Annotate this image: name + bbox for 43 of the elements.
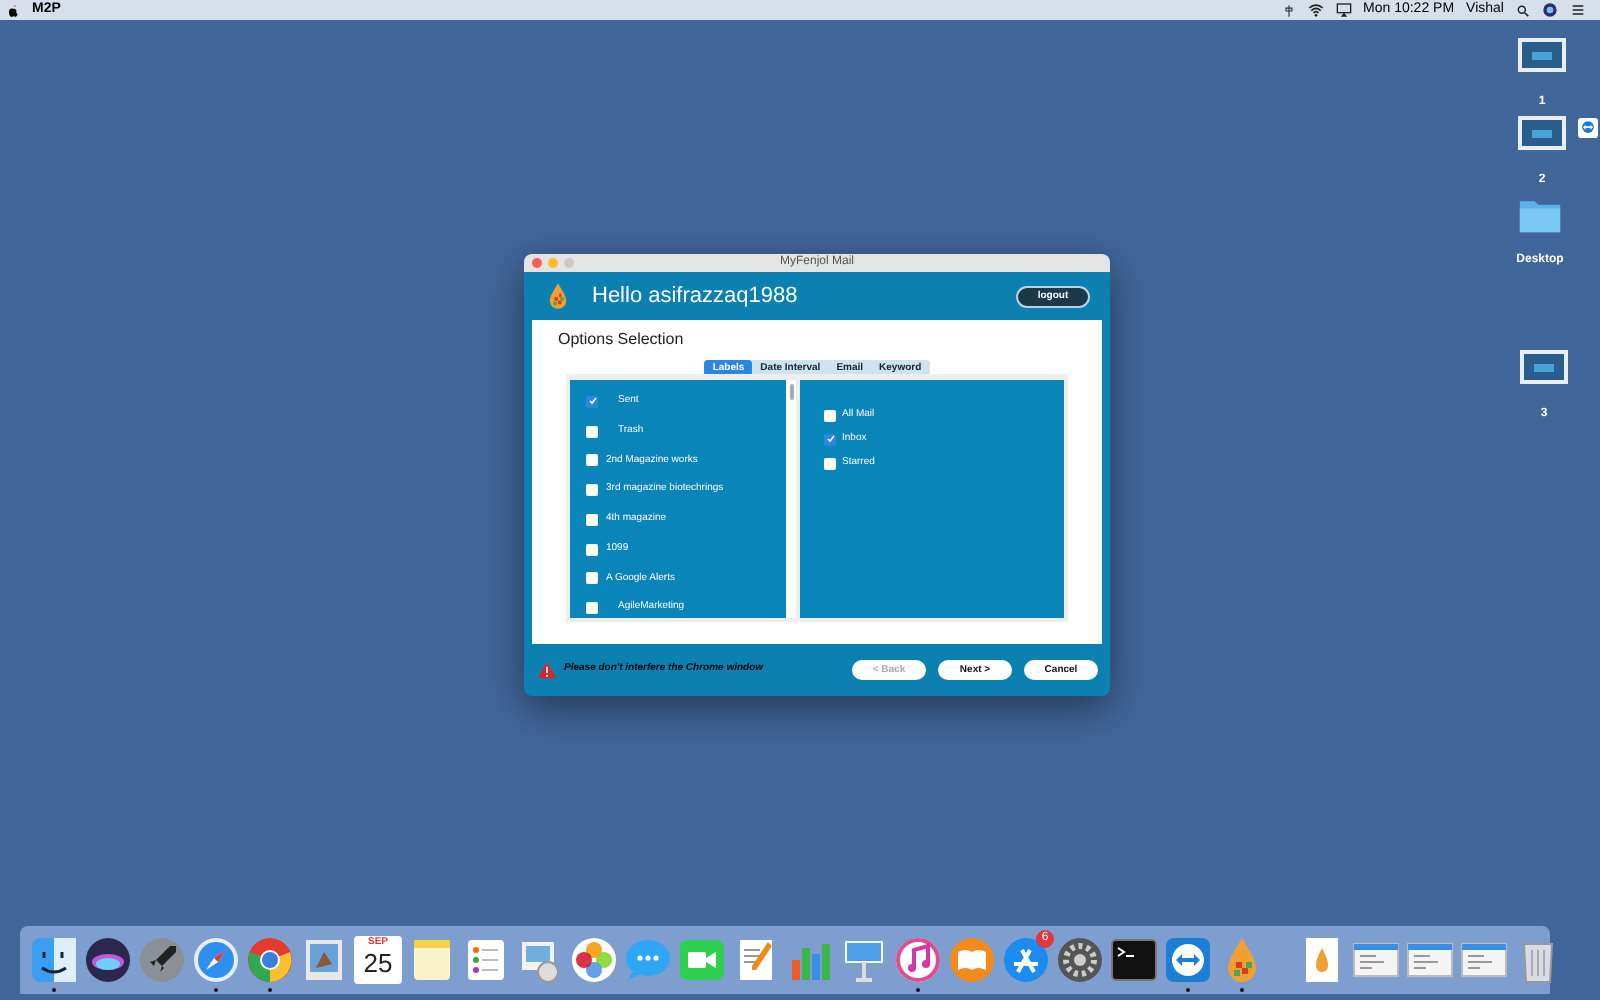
space-thumbnail[interactable] [1520,350,1568,384]
checkbox[interactable] [824,433,836,445]
ring-icon[interactable] [246,936,294,984]
orb-icon[interactable] [84,936,132,984]
speech-bubble-icon[interactable] [624,936,672,984]
checkbox[interactable] [586,454,598,467]
flower-icon[interactable] [570,936,618,984]
warning-icon [536,660,558,680]
music-note-icon[interactable] [894,936,942,984]
notepad-icon[interactable] [408,936,456,984]
compass-icon[interactable] [192,936,240,984]
checkbox[interactable] [586,602,598,615]
checkbox[interactable] [824,457,836,469]
greeting-text: Hello asifrazzaq1988 [592,281,800,312]
smiling-face-icon[interactable] [30,936,78,984]
checkbox[interactable] [586,543,598,556]
search-icon[interactable] [1516,3,1530,17]
rocket-icon[interactable] [138,936,186,984]
terminal-icon[interactable] [1110,936,1158,984]
checkbox[interactable] [586,572,598,585]
space-thumbnail[interactable] [1518,116,1566,150]
checkbox[interactable] [586,395,598,408]
close-button[interactable] [532,258,542,268]
video-camera-icon[interactable] [678,936,726,984]
podium-icon[interactable] [840,936,888,984]
wifi-icon[interactable] [1307,2,1324,18]
section-title: Options Selection [558,328,686,352]
gear-icon[interactable] [1056,936,1104,984]
plug-icon[interactable] [1281,3,1296,17]
checklist-icon[interactable] [462,936,510,984]
orb-icon[interactable] [1542,2,1558,18]
apple-logo-icon[interactable] [6,3,20,17]
checkbox[interactable] [586,425,598,438]
list-icon[interactable] [1570,2,1586,18]
checkbox[interactable] [824,409,836,421]
scrollbar-thumb[interactable] [789,384,793,400]
checkbox[interactable] [586,513,598,526]
space-thumbnail[interactable] [1518,38,1566,72]
photo-frame-icon[interactable] [516,936,564,984]
checkbox[interactable] [586,484,598,497]
calendar-day: 25 [363,948,393,978]
book-icon[interactable] [948,936,996,984]
display-icon[interactable] [1335,2,1352,18]
